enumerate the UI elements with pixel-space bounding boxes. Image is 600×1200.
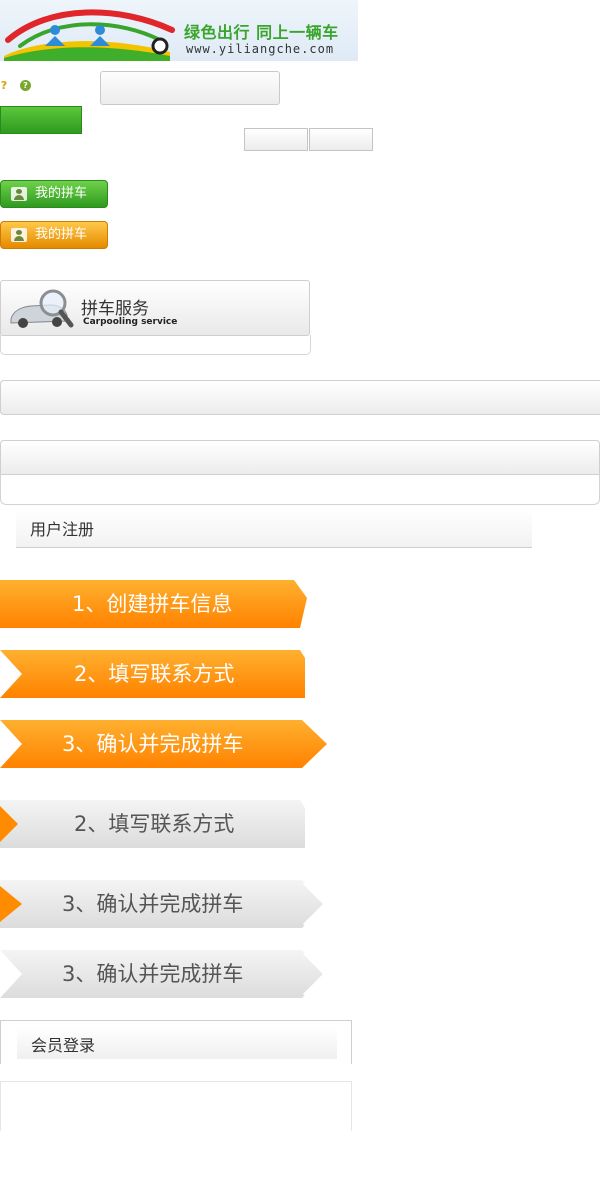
help-icon[interactable]: ? — [20, 80, 31, 91]
step-ribbon-create[interactable]: 1、创建拼车信息 — [0, 580, 310, 628]
green-submit-button[interactable] — [0, 106, 82, 134]
service-subtitle: Carpooling service — [83, 317, 178, 327]
user-icon — [11, 187, 27, 201]
step-ribbon-contact[interactable]: 2、填写联系方式 — [0, 650, 310, 698]
small-button-2[interactable] — [309, 128, 373, 151]
logo-slogan: 绿色出行 同上一辆车 — [184, 23, 339, 42]
service-panel-body — [0, 335, 311, 355]
site-logo-banner[interactable]: 绿色出行 同上一辆车 www.yiliangche.com — [0, 0, 358, 61]
step-label: 3、确认并完成拼车 — [62, 732, 244, 756]
step-label: 3、确认并完成拼车 — [62, 962, 244, 986]
user-icon — [11, 228, 27, 242]
carpool-logo-icon — [4, 9, 175, 61]
carpool-service-header: 拼车服务 Carpooling service — [0, 280, 310, 336]
key-icon[interactable]: ? — [0, 80, 8, 91]
car-magnifier-icon — [10, 289, 74, 328]
step-label: 3、确认并完成拼车 — [62, 892, 244, 916]
service-title: 拼车服务 — [81, 299, 149, 319]
wide-panel-body — [0, 474, 600, 505]
wide-panel-header — [0, 440, 600, 475]
step-label: 1、创建拼车信息 — [72, 592, 233, 616]
my-carpool-button-green[interactable]: 我的拼车 — [0, 180, 108, 208]
login-title: 会员登录 — [31, 1036, 96, 1055]
my-carpool-label: 我的拼车 — [35, 227, 88, 242]
small-button-1[interactable] — [244, 128, 308, 151]
step-ribbon-confirm[interactable]: 3、确认并完成拼车 — [0, 720, 330, 768]
login-panel-body — [0, 1081, 352, 1131]
step-ribbon-confirm-grey[interactable]: 3、确认并完成拼车 — [0, 950, 330, 998]
step-label: 2、填写联系方式 — [74, 812, 235, 836]
text-input[interactable] — [100, 71, 280, 105]
my-carpool-label: 我的拼车 — [35, 186, 88, 201]
step-ribbon-confirm-inactive[interactable]: 3、确认并完成拼车 — [0, 880, 330, 928]
my-carpool-button-orange[interactable]: 我的拼车 — [0, 221, 108, 249]
step-label: 2、填写联系方式 — [74, 662, 235, 686]
wide-header-bar — [0, 380, 600, 415]
logo-url: www.yiliangche.com — [186, 42, 335, 56]
step-ribbon-contact-inactive[interactable]: 2、填写联系方式 — [0, 800, 310, 848]
register-section-header: 用户注册 — [16, 508, 532, 548]
login-section-header: 会员登录 — [0, 1020, 352, 1064]
register-title: 用户注册 — [30, 520, 95, 539]
